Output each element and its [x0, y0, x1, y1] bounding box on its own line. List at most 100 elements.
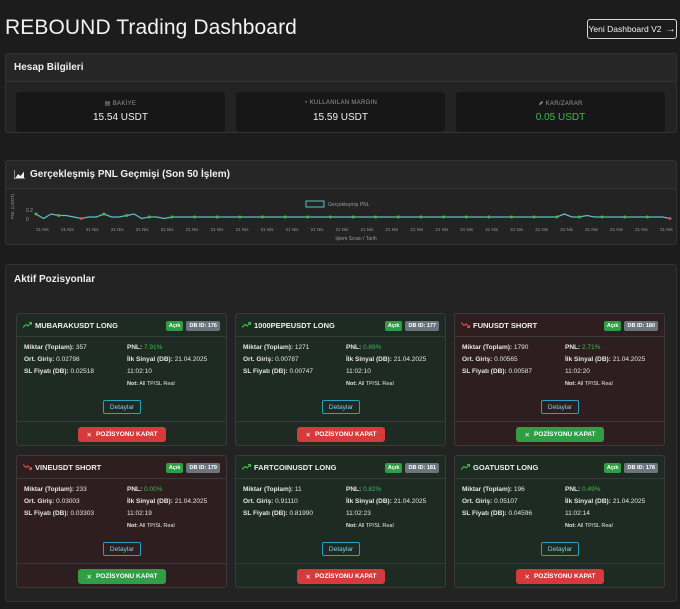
position-symbol: GOATUSDT LONG — [473, 462, 539, 472]
sl-value: 0.00587 — [508, 368, 532, 375]
x-tick-label: 21 Nis — [610, 227, 624, 232]
entry-value: 0.02798 — [56, 356, 80, 363]
close-icon: ✕ — [86, 431, 92, 439]
qty-value: 1271 — [294, 344, 310, 351]
signal-date: 21.04.2025 — [393, 498, 427, 505]
details-button[interactable]: Detaylar — [103, 400, 141, 414]
position-symbol: FUNUSDT SHORT — [473, 320, 538, 330]
position-card: MUBARAKUSDT LONG Açık DB ID: 176 Miktar (To… — [16, 313, 227, 446]
trend-up-icon — [23, 322, 35, 328]
account-card-title: Hesap Bilgileri — [6, 54, 676, 82]
sl-label: SL Fiyatı (DB): — [243, 510, 288, 517]
account-card: Hesap Bilgileri ▤ BAKİYE 15.54 USDT ◔ KU… — [5, 53, 677, 133]
qty-value: 357 — [75, 344, 87, 351]
entry-label: Ort. Giriş: — [243, 498, 274, 505]
close-icon: ✕ — [524, 431, 530, 439]
pnl-label: PNL: — [565, 486, 581, 493]
pnl-data-point — [645, 215, 649, 219]
details-button[interactable]: Detaylar — [541, 542, 579, 556]
close-position-button[interactable]: ✕ POZİSYONU KAPAT — [78, 427, 166, 442]
pnl-data-point — [102, 212, 106, 216]
pnl-label: PNL: — [127, 344, 143, 351]
first-signal-label: İlk Sinyal (DB): — [127, 498, 173, 505]
x-tick-label: 21 Nis — [86, 227, 100, 232]
qty-label: Miktar (Toplam): — [24, 344, 75, 351]
new-dashboard-v2-button[interactable]: Yeni Dashboard V2 → — [587, 19, 677, 39]
close-position-label: POZİSYONU KAPAT — [95, 573, 158, 580]
note-value: All TP/SL Real — [139, 381, 175, 387]
note-value: All TP/SL Real — [358, 523, 394, 529]
details-button[interactable]: Detaylar — [103, 542, 141, 556]
close-position-button[interactable]: ✕ POZİSYONU KAPAT — [297, 569, 385, 584]
x-tick-label: 21 Nis — [261, 227, 275, 232]
qty-value: 233 — [75, 486, 87, 493]
sl-value: 0.02518 — [70, 368, 94, 375]
x-tick-label: 21 Nis — [560, 227, 574, 232]
pnl-data-point — [306, 215, 310, 219]
pnl-value: 7.91% — [143, 344, 163, 351]
sl-value: 0.81990 — [289, 510, 313, 517]
note-value: All TP/SL Real — [358, 381, 394, 387]
pnl-data-point — [238, 215, 242, 219]
sl-value: 0.04596 — [508, 510, 532, 517]
signal-date: 21.04.2025 — [612, 356, 646, 363]
details-button[interactable]: Detaylar — [541, 400, 579, 414]
trend-down-icon — [23, 464, 35, 470]
first-signal-label: İlk Sinyal (DB): — [565, 356, 611, 363]
first-signal-label: İlk Sinyal (DB): — [565, 498, 611, 505]
pnl-data-point — [510, 215, 513, 219]
arrow-right-icon: → — [665, 23, 676, 35]
balance-value: 15.54 USDT — [92, 112, 149, 123]
positions-card-title: Aktif Pozisyonlar — [6, 265, 676, 293]
entry-value: 0.00565 — [494, 356, 518, 363]
pnl-title-text: Gerçekleşmiş PNL Geçmişi (Son 50 İşlem) — [30, 169, 230, 180]
status-badge: Açık — [384, 321, 403, 331]
signal-time: 11:02:23 — [346, 510, 371, 517]
pnl-data-point — [419, 215, 423, 219]
profit-loss-label: KAR/ZARAR — [545, 101, 583, 107]
pnl-data-point — [555, 215, 559, 219]
pnl-line-series — [34, 212, 672, 220]
db-id-badge: DB ID: 177 — [405, 321, 439, 331]
sl-label: SL Fiyatı (DB): — [462, 510, 507, 517]
trend-up-icon — [461, 464, 473, 470]
details-button[interactable]: Detaylar — [322, 400, 360, 414]
legend-swatch — [305, 200, 325, 208]
trend-icon: ⬈ — [538, 101, 546, 107]
pnl-data-point — [600, 215, 604, 219]
position-symbol: MUBARAKUSDT LONG — [35, 320, 118, 330]
position-symbol: VINEUSDT SHORT — [35, 462, 102, 472]
close-position-button[interactable]: ✕ POZİSYONU KAPAT — [297, 427, 385, 442]
note-label: Not: — [565, 523, 576, 529]
trend-down-icon — [461, 322, 473, 328]
close-position-button[interactable]: ✕ POZİSYONU KAPAT — [78, 569, 166, 584]
status-badge: Açık — [384, 463, 403, 473]
position-footer: ✕ POZİSYONU KAPAT — [236, 563, 445, 588]
pnl-data-point — [668, 217, 672, 220]
pnl-data-point — [193, 215, 196, 219]
x-tick-label: 21 Nis — [535, 227, 549, 232]
x-tick-label: 21 Nis — [635, 227, 649, 232]
position-footer: ✕ POZİSYONU KAPAT — [17, 421, 226, 446]
pnl-label: PNL: — [565, 344, 581, 351]
note-label: Not: — [346, 381, 357, 387]
pnl-chart: Gerçekleşmiş PNL PNL (USDT) 0.2 0 21 Nis… — [6, 189, 676, 245]
position-header: GOATUSDT LONG Açık DB ID: 178 — [455, 456, 664, 479]
x-tick-label: 21 Nis — [161, 227, 175, 232]
close-icon: ✕ — [86, 573, 92, 581]
pnl-data-point — [79, 217, 83, 220]
entry-value: 0.05107 — [494, 498, 518, 505]
note-label: Not: — [565, 381, 576, 387]
profit-loss-box: ⬈ KAR/ZARAR 0.05 USDT — [456, 92, 665, 132]
close-position-button[interactable]: ✕ POZİSYONU KAPAT — [516, 569, 604, 584]
account-title-text: Hesap Bilgileri — [14, 62, 84, 73]
close-position-label: POZİSYONU KAPAT — [314, 431, 377, 438]
close-position-label: POZİSYONU KAPAT — [314, 573, 377, 580]
pnl-data-point — [34, 212, 38, 216]
sl-label: SL Fiyatı (DB): — [462, 368, 507, 375]
first-signal-label: İlk Sinyal (DB): — [346, 498, 392, 505]
close-position-button[interactable]: ✕ POZİSYONU KAPAT — [516, 427, 604, 442]
position-header: MUBARAKUSDT LONG Açık DB ID: 176 — [17, 314, 226, 337]
details-button[interactable]: Detaylar — [322, 542, 360, 556]
x-tick-label: 21 Nis — [286, 227, 300, 232]
